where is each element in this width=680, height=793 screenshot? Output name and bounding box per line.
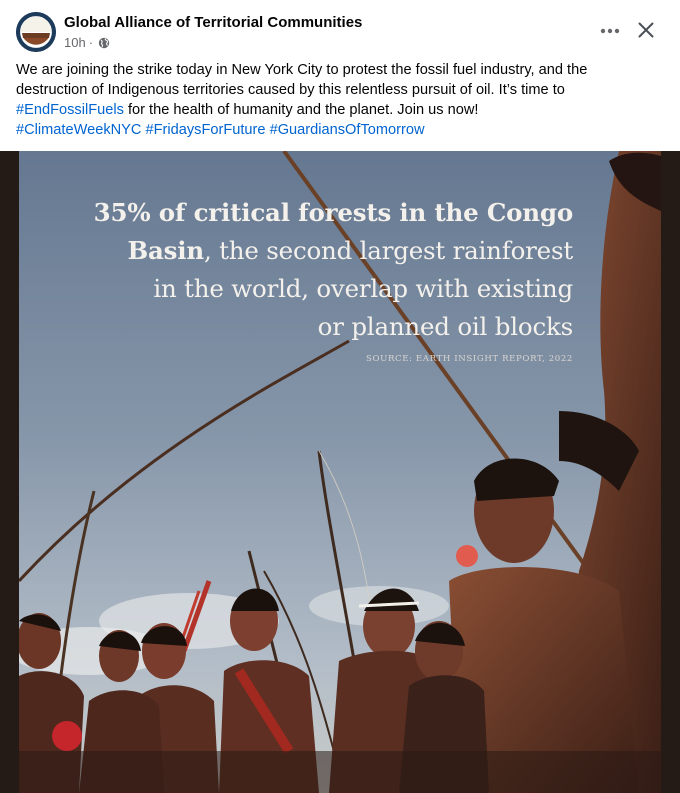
headline-line: 35% of critical forests in the Congo <box>53 194 574 232</box>
hashtag-link[interactable]: #EndFossilFuels <box>16 102 124 118</box>
post-meta: 10h · <box>64 35 110 50</box>
post-time[interactable]: 10h <box>64 35 86 50</box>
post-text-line: destruction of Indigenous territories ca… <box>16 82 565 98</box>
hashtag-link[interactable]: #ClimateWeekNYC <box>16 122 141 138</box>
more-options-button[interactable] <box>592 18 628 44</box>
post-text-fragment: for the health of humanity and the plane… <box>123 102 479 118</box>
meta-separator: · <box>88 35 94 50</box>
avatar-logo <box>16 12 56 52</box>
page-name[interactable]: Global Alliance of Territorial Communiti… <box>64 14 362 31</box>
hashtag-link[interactable]: #GuardiansOfTomorrow <box>270 122 425 138</box>
headline-line: Basin, the second largest rainforest <box>53 232 573 270</box>
photo: 35% of critical forests in the Congo Bas… <box>19 151 661 793</box>
hashtags-line: #ClimateWeekNYC #FridaysForFuture #Guard… <box>16 120 656 140</box>
post-text-line: #EndFossilFuels for the health of humani… <box>16 100 656 120</box>
post-message: We are joining the strike today in New Y… <box>16 60 656 140</box>
headline-fragment: , the second largest rainforest <box>203 236 573 265</box>
close-icon <box>638 22 654 38</box>
facebook-post: Global Alliance of Territorial Communiti… <box>0 0 680 793</box>
close-button[interactable] <box>630 14 662 46</box>
headline-line: in the world, overlap with existing <box>153 274 573 303</box>
globe-icon <box>98 37 110 49</box>
post-image[interactable]: 35% of critical forests in the Congo Bas… <box>0 151 680 793</box>
headline-bold: 35% of critical forests in the Congo <box>93 198 574 227</box>
ellipsis-icon <box>600 28 620 34</box>
post-header: Global Alliance of Territorial Communiti… <box>0 0 680 58</box>
headline-line: or planned oil blocks <box>317 312 574 341</box>
post-text-line: We are joining the strike today in New Y… <box>16 62 588 78</box>
image-source: SOURCE: EARTH INSIGHT REPORT, 2022 <box>366 354 573 364</box>
page-avatar[interactable] <box>16 12 56 52</box>
headline-bold: Basin <box>127 236 204 265</box>
image-headline: 35% of critical forests in the Congo Bas… <box>53 194 574 346</box>
hashtag-link[interactable]: #FridaysForFuture <box>146 122 266 138</box>
